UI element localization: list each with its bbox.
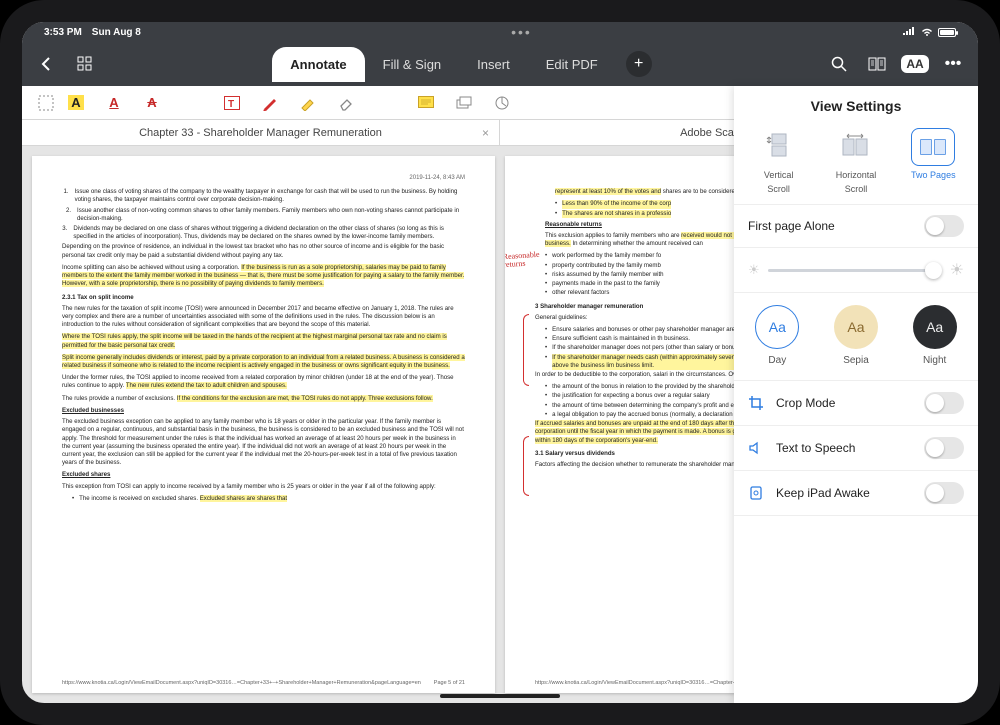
crop-mode-switch[interactable] <box>924 392 964 414</box>
status-bar: 3:53 PM Sun Aug 8 ••• <box>22 22 978 42</box>
status-indicators <box>902 27 956 37</box>
handwriting-annotation: Reasonable returns <box>505 251 540 269</box>
mode-tabs: Annotate Fill & Sign Insert Edit PDF + <box>272 47 651 82</box>
first-page-alone-switch[interactable] <box>924 215 964 237</box>
page-footer-url: https://www.knotia.ca/Login/ViewEmailDoc… <box>62 680 421 687</box>
theme-sepia[interactable]: Aa Sepia <box>834 305 878 366</box>
reader-button[interactable] <box>866 53 888 75</box>
tab-annotate[interactable]: Annotate <box>272 47 364 82</box>
first-page-alone-label: First page Alone <box>748 219 835 233</box>
status-date: Sun Aug 8 <box>92 27 141 38</box>
awake-icon <box>748 485 766 501</box>
status-time: 3:53 PM <box>44 27 82 38</box>
view-settings-button[interactable]: AA <box>904 53 926 75</box>
page-date-header: 2019-11-24, 8:43 AM <box>62 174 465 182</box>
select-tool[interactable] <box>36 93 56 113</box>
crop-icon <box>748 395 766 411</box>
view-settings-title: View Settings <box>734 86 978 124</box>
speaker-icon <box>748 440 766 456</box>
doc-tab-1[interactable]: Chapter 33 - Shareholder Manager Remuner… <box>22 120 500 145</box>
bracket-annotation <box>523 314 529 386</box>
more-button[interactable]: ••• <box>942 53 964 75</box>
battery-icon <box>938 28 956 37</box>
tts-label: Text to Speech <box>776 441 914 455</box>
back-button[interactable] <box>36 53 58 75</box>
brightness-slider[interactable] <box>768 269 942 272</box>
scroll-mode-vertical[interactable]: VerticalScroll <box>744 128 814 194</box>
scroll-mode-horizontal[interactable]: HorizontalScroll <box>821 128 891 194</box>
shape-tool[interactable] <box>492 93 512 113</box>
scroll-mode-two-pages[interactable]: Two Pages <box>898 128 968 194</box>
stamp-tool[interactable] <box>454 93 474 113</box>
app-toolbar: Annotate Fill & Sign Insert Edit PDF + A… <box>22 42 978 86</box>
highlight-text-tool[interactable]: A <box>66 93 86 113</box>
text-box-tool[interactable]: T <box>222 93 242 113</box>
page-number: Page 5 of 21 <box>434 680 465 687</box>
search-button[interactable] <box>828 53 850 75</box>
grid-button[interactable] <box>74 53 96 75</box>
tab-fill-sign[interactable]: Fill & Sign <box>365 47 460 82</box>
brightness-slider-row: ☀︎ ☀︎ <box>734 248 978 293</box>
crop-mode-label: Crop Mode <box>776 396 914 410</box>
close-icon[interactable]: × <box>482 126 489 140</box>
theme-day[interactable]: Aa Day <box>755 305 799 366</box>
strikethrough-tool[interactable]: A <box>142 93 162 113</box>
page-left: 2019-11-24, 8:43 AM 1.Issue one class of… <box>32 156 495 693</box>
pen-tool[interactable] <box>260 93 280 113</box>
theme-night[interactable]: Aa Night <box>913 305 957 366</box>
home-indicator[interactable] <box>440 694 560 698</box>
underline-tool[interactable]: A <box>104 93 124 113</box>
wifi-icon <box>920 27 934 37</box>
keep-awake-label: Keep iPad Awake <box>776 486 914 500</box>
add-tab-button[interactable]: + <box>626 51 652 77</box>
view-settings-panel: View Settings VerticalScroll HorizontalS… <box>734 86 978 703</box>
keep-awake-switch[interactable] <box>924 482 964 504</box>
multitask-dots[interactable]: ••• <box>511 24 532 40</box>
bracket-annotation <box>523 436 529 496</box>
doc-tab-title: Chapter 33 - Shareholder Manager Remuner… <box>139 127 382 139</box>
tts-switch[interactable] <box>924 437 964 459</box>
tab-edit-pdf[interactable]: Edit PDF <box>528 47 616 82</box>
brightness-low-icon: ☀︎ <box>748 262 760 278</box>
note-tool[interactable] <box>416 93 436 113</box>
svg-text:T: T <box>228 99 234 110</box>
brightness-high-icon: ☀︎ <box>950 260 964 280</box>
eraser-tool[interactable] <box>336 93 356 113</box>
highlighter-tool[interactable] <box>298 93 318 113</box>
tab-insert[interactable]: Insert <box>459 47 528 82</box>
signal-icon <box>902 27 916 37</box>
